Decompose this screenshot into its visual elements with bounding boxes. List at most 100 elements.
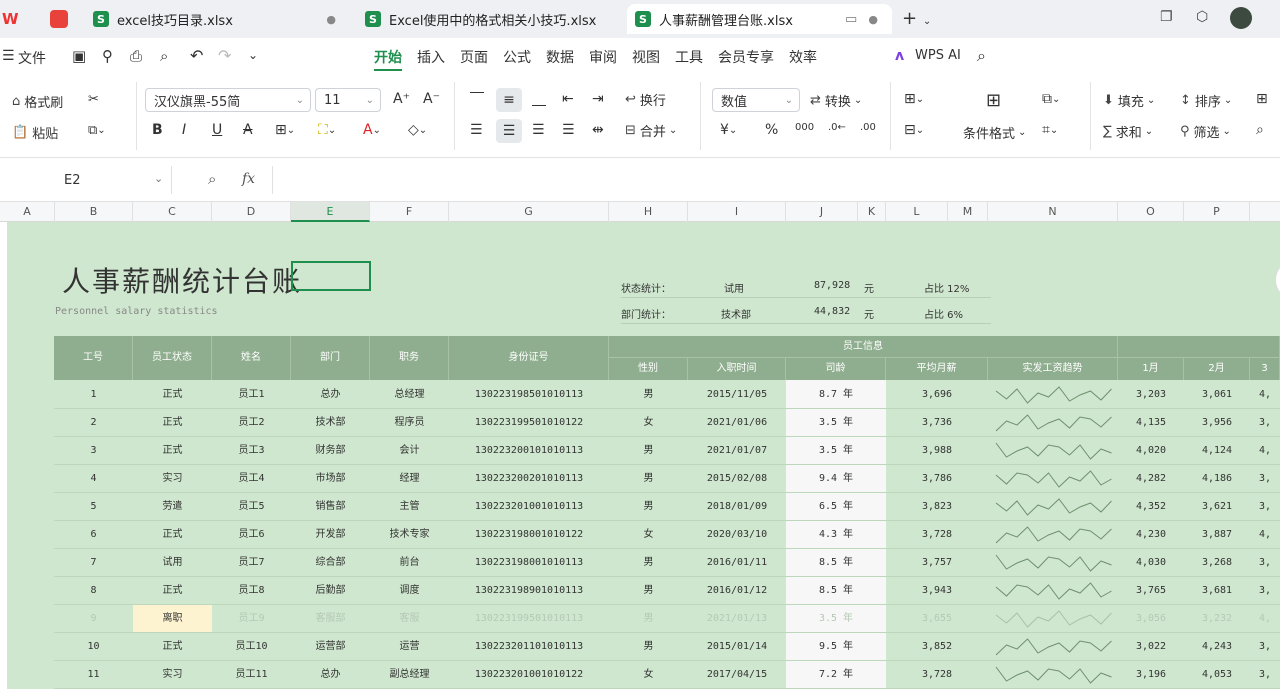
cell-title[interactable]: 程序员 bbox=[370, 409, 449, 437]
cell-title[interactable]: 技术专家 bbox=[370, 521, 449, 549]
file-tab-format-tips[interactable]: S Excel使用中的格式相关小技巧.xlsx bbox=[357, 4, 619, 34]
cell-m3[interactable]: 3, bbox=[1250, 409, 1280, 437]
table-row[interactable]: 4 实习 员工4 市场部 经理 130223200201010113 男 2015/02/08… bbox=[7, 465, 1280, 493]
cell-tenure[interactable]: 8.5 年 bbox=[786, 577, 886, 605]
cell-tenure[interactable]: 8.7 年 bbox=[786, 381, 886, 409]
convert-button[interactable]: ⇄ 转换 ⌄ bbox=[810, 91, 862, 110]
cell-tenure[interactable]: 6.5 年 bbox=[786, 493, 886, 521]
cell-tenure[interactable]: 3.5 年 bbox=[786, 605, 886, 633]
menu-file[interactable]: 文件 bbox=[18, 48, 46, 68]
cell-sex[interactable]: 男 bbox=[609, 381, 688, 409]
cell-title[interactable]: 总经理 bbox=[370, 381, 449, 409]
cell-idno[interactable]: 130223198001010122 bbox=[449, 521, 609, 549]
redo-icon[interactable]: ↷ bbox=[218, 46, 231, 65]
tab-formula[interactable]: 公式 bbox=[503, 47, 531, 71]
cell-m1[interactable]: 4,020 bbox=[1118, 437, 1184, 465]
cell-date[interactable]: 2017/04/15 bbox=[688, 661, 786, 689]
freeze-icon[interactable]: ⊞ bbox=[1256, 91, 1268, 107]
cell-id[interactable]: 11 bbox=[54, 661, 133, 689]
cell-status[interactable]: 正式 bbox=[133, 381, 212, 409]
currency-icon[interactable]: ¥ ⌄ bbox=[720, 122, 737, 138]
align-top-icon[interactable]: ⎺ bbox=[470, 91, 484, 107]
cell-title[interactable]: 主管 bbox=[370, 493, 449, 521]
search-icon[interactable]: ⌕ bbox=[977, 46, 986, 66]
cell-name[interactable]: 员工9 bbox=[212, 605, 291, 633]
wrap-text-button[interactable]: ↩ 换行 bbox=[625, 90, 666, 109]
column-header-c[interactable]: C bbox=[133, 202, 212, 222]
cell-date[interactable]: 2015/02/08 bbox=[688, 465, 786, 493]
cell-idno[interactable]: 130223198901010113 bbox=[449, 577, 609, 605]
cell-m3[interactable]: 3, bbox=[1250, 633, 1280, 661]
cell-id[interactable]: 2 bbox=[54, 409, 133, 437]
column-header-h[interactable]: H bbox=[609, 202, 688, 222]
cell-id[interactable]: 7 bbox=[54, 549, 133, 577]
cell-m1[interactable]: 4,230 bbox=[1118, 521, 1184, 549]
cell-avg[interactable]: 3,943 bbox=[886, 577, 988, 605]
cell-dept[interactable]: 财务部 bbox=[291, 437, 370, 465]
table-style-icon[interactable]: ⊟ ⌄ bbox=[904, 122, 924, 138]
decrease-decimal-icon[interactable]: .00 bbox=[860, 122, 876, 133]
window-restore-icon[interactable]: ❐ bbox=[1160, 9, 1173, 25]
copy-icon[interactable]: ⧉ ⌄ bbox=[88, 123, 106, 138]
strikethrough-icon[interactable]: A bbox=[243, 122, 253, 138]
name-box[interactable]: E2 ⌄ bbox=[0, 166, 172, 194]
cell-name[interactable]: 员工4 bbox=[212, 465, 291, 493]
column-header-d[interactable]: D bbox=[212, 202, 291, 222]
filter-button[interactable]: ⚲ 筛选 ⌄ bbox=[1180, 122, 1231, 141]
distribute-icon[interactable]: ⇹ bbox=[592, 122, 604, 138]
cell-idno[interactable]: 130223201001010122 bbox=[449, 661, 609, 689]
cell-avg[interactable]: 3,757 bbox=[886, 549, 988, 577]
cell-id[interactable]: 10 bbox=[54, 633, 133, 661]
bold-icon[interactable]: B bbox=[152, 122, 163, 138]
hamburger-icon[interactable]: ☰ bbox=[2, 48, 15, 64]
cell-id[interactable]: 1 bbox=[54, 381, 133, 409]
cell-name[interactable]: 员工8 bbox=[212, 577, 291, 605]
cell-dept[interactable]: 销售部 bbox=[291, 493, 370, 521]
cell-idno[interactable]: 130223199501010113 bbox=[449, 605, 609, 633]
tab-dot-icon[interactable]: ● bbox=[868, 13, 878, 26]
italic-icon[interactable]: I bbox=[182, 122, 186, 138]
cell-name[interactable]: 员工1 bbox=[212, 381, 291, 409]
cell-date[interactable]: 2020/03/10 bbox=[688, 521, 786, 549]
tab-member[interactable]: 会员专享 bbox=[718, 47, 774, 71]
format-painter-button[interactable]: ⌂ 格式刷 bbox=[12, 92, 63, 111]
align-middle-icon[interactable]: ≡ bbox=[496, 88, 522, 112]
tab-dot-icon[interactable]: ● bbox=[326, 13, 336, 26]
cell-m2[interactable]: 3,268 bbox=[1184, 549, 1250, 577]
merge-button[interactable]: ⊟ 合并 ⌄ bbox=[625, 121, 677, 140]
cell-m3[interactable]: 3, bbox=[1250, 577, 1280, 605]
cell-title[interactable]: 经理 bbox=[370, 465, 449, 493]
number-format-select[interactable]: 数值 ⌄ bbox=[712, 88, 800, 112]
cell-name[interactable]: 员工11 bbox=[212, 661, 291, 689]
cell-sex[interactable]: 男 bbox=[609, 605, 688, 633]
cell-tenure[interactable]: 8.5 年 bbox=[786, 549, 886, 577]
file-tab-hr-salary[interactable]: S 人事薪酬管理台账.xlsx ▭ ● bbox=[627, 4, 892, 34]
cell-name[interactable]: 员工10 bbox=[212, 633, 291, 661]
cell-name[interactable]: 员工6 bbox=[212, 521, 291, 549]
cell-tenure[interactable]: 4.3 年 bbox=[786, 521, 886, 549]
cell-title[interactable]: 运营 bbox=[370, 633, 449, 661]
cell-m2[interactable]: 3,956 bbox=[1184, 409, 1250, 437]
cell-sex[interactable]: 男 bbox=[609, 549, 688, 577]
cell-m1[interactable]: 3,196 bbox=[1118, 661, 1184, 689]
cell-m3[interactable]: 3, bbox=[1250, 661, 1280, 689]
paste-button[interactable]: 📋 粘贴 bbox=[12, 123, 58, 142]
formula-input[interactable] bbox=[272, 166, 1272, 194]
column-header-k[interactable]: K bbox=[858, 202, 886, 222]
wps-ai-button[interactable]: WPS AI bbox=[915, 48, 961, 63]
cell-status[interactable]: 离职 bbox=[133, 605, 212, 633]
cell-id[interactable]: 8 bbox=[54, 577, 133, 605]
cell-date[interactable]: 2016/01/12 bbox=[688, 577, 786, 605]
cell-sex[interactable]: 女 bbox=[609, 661, 688, 689]
cell-m1[interactable]: 3,765 bbox=[1118, 577, 1184, 605]
worksheet[interactable]: 人事薪酬统计台账 Personnel salary statistics 状态统… bbox=[7, 222, 1280, 689]
cell-dept[interactable]: 总办 bbox=[291, 381, 370, 409]
table-row[interactable]: 5 劳遣 员工5 销售部 主管 130223201001010113 男 2018/01/09… bbox=[7, 493, 1280, 521]
cell-idno[interactable]: 130223201001010113 bbox=[449, 493, 609, 521]
cell-m1[interactable]: 4,352 bbox=[1118, 493, 1184, 521]
cell-m1[interactable]: 3,203 bbox=[1118, 381, 1184, 409]
cell-sex[interactable]: 男 bbox=[609, 493, 688, 521]
wps-logo-icon[interactable]: W bbox=[2, 10, 19, 28]
cell-status[interactable]: 正式 bbox=[133, 409, 212, 437]
cell-idno[interactable]: 130223201101010113 bbox=[449, 633, 609, 661]
